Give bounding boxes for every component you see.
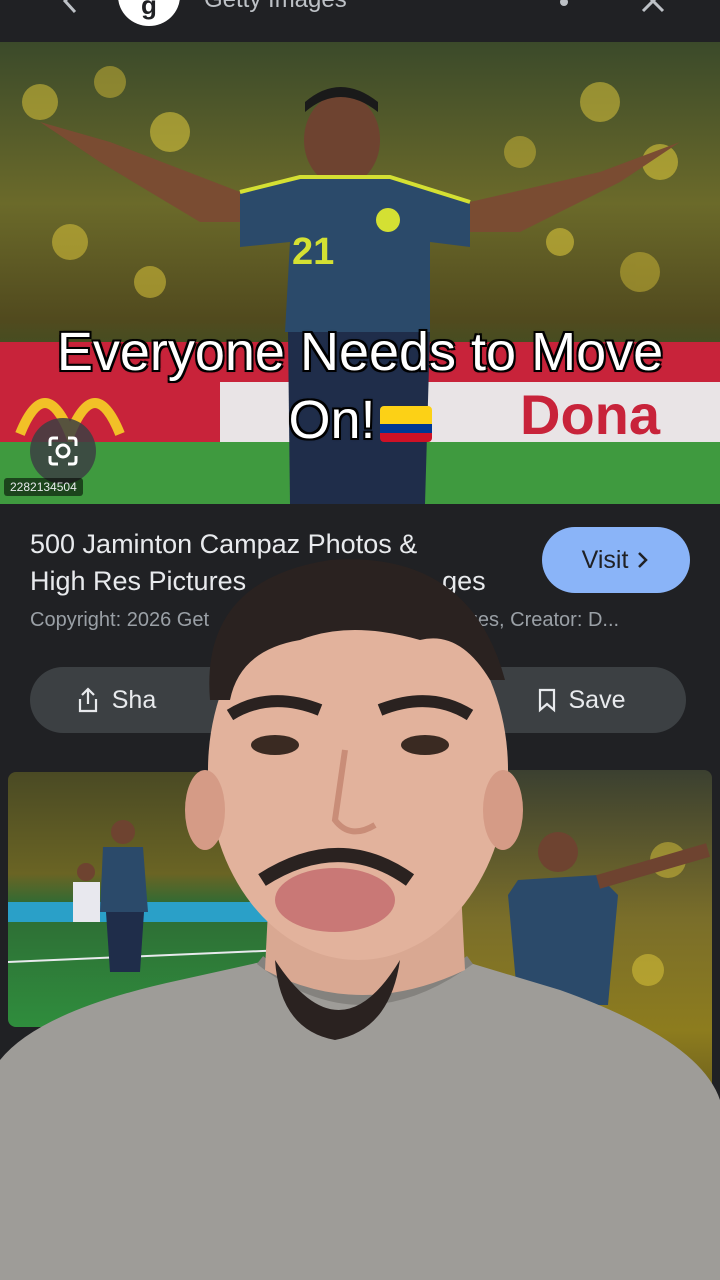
caption-line-1: Everyone Needs to Move	[56, 322, 664, 382]
video-caption: Everyone Needs to Move On!	[0, 318, 720, 454]
site-logo: g	[118, 0, 180, 26]
more-vert-icon[interactable]	[556, 0, 572, 10]
image-id-label: 2282134504	[4, 478, 83, 496]
top-bar: g Getty Images	[0, 0, 720, 42]
caption-line-2-wrap: On!	[0, 386, 720, 454]
jersey-number: 21	[292, 231, 334, 273]
caption-line-2: On!	[288, 390, 376, 450]
site-name: Getty Images	[204, 0, 347, 14]
colombia-flag-icon	[379, 406, 432, 442]
creator-video-overlay	[0, 559, 720, 1280]
back-arrow-icon[interactable]	[56, 0, 86, 16]
close-icon[interactable]	[638, 0, 668, 16]
site-logo-letter: g	[141, 0, 157, 20]
